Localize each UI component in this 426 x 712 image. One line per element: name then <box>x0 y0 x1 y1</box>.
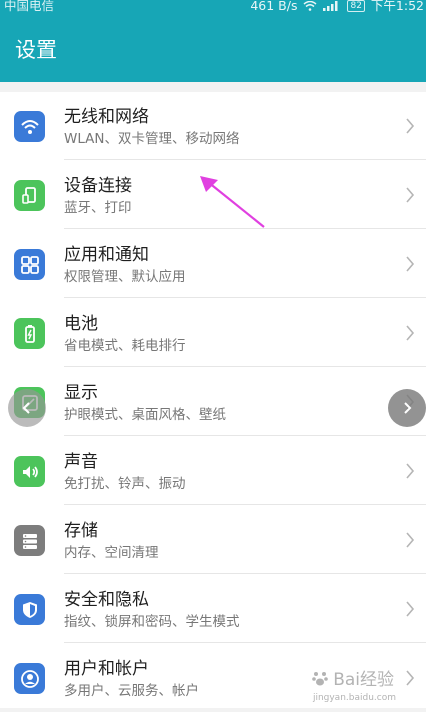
divider <box>64 435 426 436</box>
item-subtitle: 内存、空间清理 <box>64 545 159 561</box>
watermark-url: jingyan.baidu.com <box>312 693 396 703</box>
divider <box>64 159 426 160</box>
chevron-right-icon <box>406 325 415 341</box>
wifi-icon <box>14 111 45 142</box>
settings-item-display[interactable]: 显示 护眼模式、桌面风格、壁纸 <box>0 368 426 436</box>
item-subtitle: 指纹、锁屏和密码、学生模式 <box>64 614 240 630</box>
network-speed: 461 B/s <box>250 0 298 13</box>
baidu-watermark: Bai经验 <box>311 665 394 690</box>
item-title: 电池 <box>64 314 98 334</box>
item-subtitle: 多用户、云服务、帐户 <box>64 683 199 699</box>
apps-grid-icon <box>14 249 45 280</box>
signal-icon <box>323 1 338 11</box>
chevron-right-icon <box>406 463 415 479</box>
chevron-right-icon <box>406 532 415 548</box>
divider <box>64 366 426 367</box>
sound-icon <box>14 456 45 487</box>
settings-item-apps[interactable]: 应用和通知 权限管理、默认应用 <box>0 230 426 298</box>
item-subtitle: 免打扰、铃声、振动 <box>64 476 186 492</box>
item-subtitle: 省电模式、耗电排行 <box>64 338 186 354</box>
item-title: 显示 <box>64 383 98 403</box>
carrier-label: 中国电信 <box>4 0 55 13</box>
chevron-right-icon <box>406 670 415 686</box>
battery-level: 82 <box>347 0 365 12</box>
settings-item-security[interactable]: 安全和隐私 指纹、锁屏和密码、学生模式 <box>0 575 426 643</box>
clock: 下午1:52 <box>370 0 424 13</box>
user-icon <box>14 663 45 694</box>
next-image-button[interactable] <box>388 389 426 427</box>
divider <box>64 504 426 505</box>
item-title: 设备连接 <box>64 176 132 196</box>
page-title: 设置 <box>15 38 57 62</box>
divider <box>64 297 426 298</box>
wifi-status-icon <box>303 1 317 11</box>
chevron-right-icon <box>406 118 415 134</box>
settings-item-storage[interactable]: 存储 内存、空间清理 <box>0 506 426 574</box>
watermark-text: Bai经验 <box>333 670 394 690</box>
paw-icon <box>312 671 328 685</box>
settings-item-battery[interactable]: 电池 省电模式、耗电排行 <box>0 299 426 367</box>
item-title: 安全和隐私 <box>64 590 149 610</box>
item-subtitle: WLAN、双卡管理、移动网络 <box>64 131 240 147</box>
item-subtitle: 护眼模式、桌面风格、壁纸 <box>64 407 226 423</box>
settings-item-sound[interactable]: 声音 免打扰、铃声、振动 <box>0 437 426 505</box>
previous-image-button[interactable] <box>8 389 46 427</box>
chevron-right-icon <box>406 187 415 203</box>
chevron-right-icon <box>404 402 412 414</box>
storage-icon <box>14 525 45 556</box>
settings-item-wireless[interactable]: 无线和网络 WLAN、双卡管理、移动网络 <box>0 92 426 160</box>
item-title: 存储 <box>64 521 98 541</box>
header-bar: 中国电信 461 B/s 82 下午1:52 设置 <box>0 0 426 82</box>
item-title: 无线和网络 <box>64 107 149 127</box>
status-right: 461 B/s 82 下午1:52 <box>250 0 424 14</box>
item-subtitle: 蓝牙、打印 <box>64 200 132 216</box>
status-bar: 中国电信 461 B/s 82 下午1:52 <box>0 0 426 16</box>
battery-icon <box>14 318 45 349</box>
annotation-arrow-icon <box>200 176 265 228</box>
item-subtitle: 权限管理、默认应用 <box>64 269 186 285</box>
shield-icon <box>14 594 45 625</box>
item-title: 用户和帐户 <box>64 659 149 679</box>
divider <box>64 573 426 574</box>
chevron-right-icon <box>406 256 415 272</box>
device-connection-icon <box>14 180 45 211</box>
item-title: 声音 <box>64 452 98 472</box>
item-title: 应用和通知 <box>64 245 149 265</box>
chevron-right-icon <box>406 601 415 617</box>
divider <box>64 642 426 643</box>
chevron-left-icon <box>22 402 30 414</box>
